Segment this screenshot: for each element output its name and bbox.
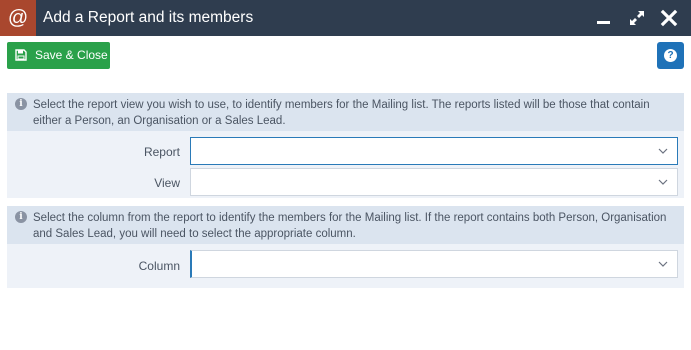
chevron-down-icon xyxy=(658,148,668,154)
column-label: Column xyxy=(138,259,180,273)
app-at-icon: @ xyxy=(0,0,36,36)
save-close-button[interactable]: Save & Close xyxy=(7,42,110,69)
close-icon[interactable] xyxy=(659,8,679,28)
column-select[interactable] xyxy=(190,250,678,278)
question-icon: ? xyxy=(664,49,677,62)
report-label: Report xyxy=(143,145,180,159)
column-info-text: Select the column from the report to ide… xyxy=(33,212,667,240)
floppy-disk-icon xyxy=(15,49,27,61)
info-icon: i xyxy=(15,98,27,110)
report-info-banner: i Select the report view you wish to use… xyxy=(7,93,684,131)
column-fields-panel: Column xyxy=(7,244,684,288)
minimize-icon[interactable] xyxy=(594,8,614,28)
info-icon: i xyxy=(15,211,27,223)
chevron-down-icon xyxy=(658,179,668,185)
report-fields-panel: Report View xyxy=(7,131,684,198)
report-select[interactable] xyxy=(190,137,678,165)
help-button[interactable]: ? xyxy=(657,42,684,69)
maximize-icon[interactable] xyxy=(627,8,647,28)
column-info-banner: i Select the column from the report to i… xyxy=(7,206,684,244)
title-bar: @ Add a Report and its members xyxy=(0,0,691,36)
window-title: Add a Report and its members xyxy=(43,9,254,26)
view-select[interactable] xyxy=(190,168,678,196)
report-info-text: Select the report view you wish to use, … xyxy=(33,99,650,127)
view-label: View xyxy=(154,176,180,190)
chevron-down-icon xyxy=(658,261,668,267)
save-close-label: Save & Close xyxy=(35,48,108,62)
